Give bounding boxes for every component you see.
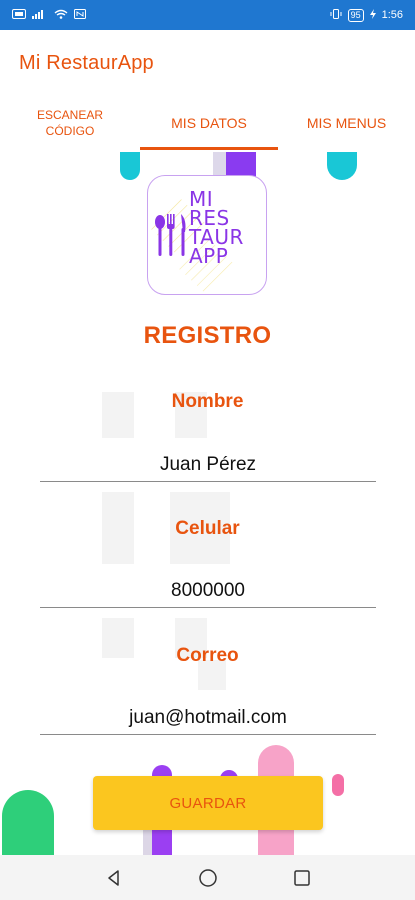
logo-wordmark: MI RES TAUR APP bbox=[189, 189, 244, 268]
decor-cyan-shape bbox=[327, 152, 357, 180]
vibrate-icon bbox=[330, 8, 342, 22]
status-bar: 95 1:56 bbox=[0, 0, 415, 30]
decor-cyan-shape bbox=[120, 152, 140, 180]
email-input[interactable] bbox=[40, 701, 376, 735]
tab-my-menus-label: MIS MENUS bbox=[306, 115, 387, 131]
decor-pink-dot bbox=[332, 774, 344, 796]
app-bar: Mi RestaurApp bbox=[0, 30, 415, 96]
tab-scan-code-label: ESCANEAR CÓDIGO bbox=[37, 107, 103, 139]
home-icon[interactable] bbox=[196, 866, 220, 890]
name-label: Nombre bbox=[171, 391, 244, 412]
system-nav-bar bbox=[0, 855, 415, 900]
signal-icon bbox=[32, 9, 48, 22]
app-logo: MI RES TAUR APP bbox=[147, 175, 267, 295]
decor-green-shape bbox=[2, 790, 54, 860]
clock: 1:56 bbox=[381, 9, 403, 21]
save-button[interactable]: GUARDAR bbox=[93, 776, 323, 830]
tab-scan-code[interactable]: ESCANEAR CÓDIGO bbox=[0, 96, 140, 150]
recents-icon[interactable] bbox=[290, 866, 314, 890]
phone-input[interactable] bbox=[40, 574, 376, 608]
tab-indicator bbox=[140, 147, 278, 150]
sim-icon bbox=[12, 8, 26, 22]
nfc-icon bbox=[74, 8, 86, 22]
email-label: Correo bbox=[176, 645, 239, 666]
status-left bbox=[12, 8, 86, 22]
cutlery-icon bbox=[155, 214, 186, 256]
tab-my-data-label: MIS DATOS bbox=[171, 115, 247, 131]
form-title: REGISTRO bbox=[143, 322, 272, 349]
tab-my-menus[interactable]: MIS MENUS bbox=[278, 96, 415, 150]
tab-scan-code-line1: ESCANEAR bbox=[36, 108, 104, 122]
charging-icon bbox=[369, 8, 376, 22]
status-right: 95 1:56 bbox=[330, 8, 403, 22]
app-title: Mi RestaurApp bbox=[19, 51, 154, 74]
battery-level: 95 bbox=[347, 8, 364, 22]
wifi-icon bbox=[54, 9, 68, 22]
phone-label: Celular bbox=[175, 518, 240, 539]
tab-bar: ESCANEAR CÓDIGO MIS DATOS MIS MENUS bbox=[0, 96, 415, 150]
name-input[interactable] bbox=[40, 448, 376, 482]
tab-my-data[interactable]: MIS DATOS bbox=[140, 96, 278, 150]
logo-line: APP bbox=[189, 244, 229, 268]
back-icon[interactable] bbox=[102, 866, 126, 890]
tab-scan-code-line2: CÓDIGO bbox=[45, 124, 95, 138]
